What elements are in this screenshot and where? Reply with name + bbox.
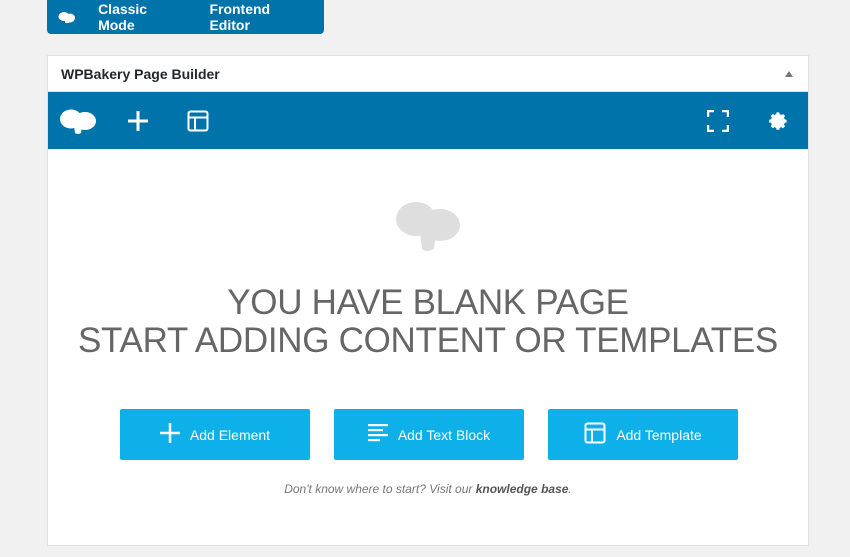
add-template-label: Add Template	[616, 426, 702, 443]
add-element-button[interactable]: Add Element	[120, 409, 310, 460]
hint-text: Don't know where to start? Visit our	[284, 482, 476, 496]
help-hint: Don't know where to start? Visit our kno…	[48, 482, 808, 496]
text-block-icon	[367, 423, 388, 446]
template-icon	[584, 422, 606, 447]
knowledge-base-link[interactable]: knowledge base	[476, 482, 569, 496]
page-builder-panel: WPBakery Page Builder YOU HAVE BLANK PAG…	[47, 55, 809, 546]
classic-mode-button[interactable]: Classic Mode	[86, 0, 197, 34]
headline-line-2: START ADDING CONTENT OR TEMPLATES	[78, 321, 778, 360]
wpbakery-logo-icon[interactable]	[48, 92, 108, 149]
add-text-block-label: Add Text Block	[397, 426, 491, 443]
plus-icon[interactable]	[108, 92, 168, 149]
collapse-arrow-icon[interactable]	[785, 70, 793, 77]
panel-title: WPBakery Page Builder	[61, 65, 220, 82]
add-template-button[interactable]: Add Template	[548, 409, 738, 460]
plus-icon	[159, 423, 180, 446]
builder-toolbar	[48, 92, 808, 149]
editor-mode-bar: Classic Mode Frontend Editor	[47, 0, 324, 34]
fullscreen-icon[interactable]	[688, 92, 748, 149]
panel-header[interactable]: WPBakery Page Builder	[48, 56, 808, 92]
wpbakery-logo-icon	[394, 199, 462, 258]
add-text-block-button[interactable]: Add Text Block	[334, 409, 524, 460]
template-icon[interactable]	[168, 92, 228, 149]
empty-state-actions: Add Element Add Text Block Add Template	[120, 409, 738, 460]
empty-content-area: YOU HAVE BLANK PAGE START ADDING CONTENT…	[48, 149, 808, 545]
add-element-label: Add Element	[189, 426, 271, 443]
headline-line-1: YOU HAVE BLANK PAGE	[227, 283, 629, 322]
hint-suffix: .	[568, 482, 572, 496]
frontend-editor-button[interactable]: Frontend Editor	[197, 0, 324, 34]
gear-icon[interactable]	[748, 92, 808, 149]
wpbakery-logo-icon[interactable]	[47, 11, 86, 24]
empty-state-headline: YOU HAVE BLANK PAGE START ADDING CONTENT…	[48, 284, 808, 360]
